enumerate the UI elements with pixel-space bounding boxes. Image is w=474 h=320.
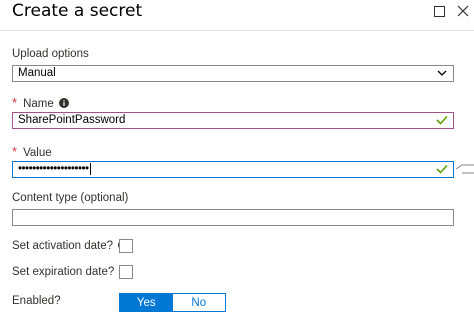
name-label-row: * Name	[12, 95, 69, 110]
expiration-label: Set expiration date?	[12, 266, 115, 278]
activation-label: Set activation date?	[12, 240, 114, 252]
enabled-toggle[interactable]: Yes No	[119, 293, 226, 312]
activation-label-row: Set activation date?	[12, 239, 129, 252]
content-type-input[interactable]	[12, 209, 454, 226]
maximize-icon[interactable]	[434, 6, 445, 17]
upload-options-label: Upload options	[12, 48, 89, 60]
required-marker: *	[12, 144, 18, 159]
checkmark-icon	[436, 164, 448, 174]
value-label: Value	[23, 147, 52, 159]
required-marker: *	[12, 95, 18, 110]
chevron-down-icon	[437, 70, 447, 76]
close-icon[interactable]	[456, 4, 470, 18]
value-password-input[interactable]: ••••••••••••••••••••	[12, 161, 454, 178]
info-icon[interactable]	[58, 97, 69, 108]
content-type-label: Content type (optional)	[12, 192, 129, 204]
expiration-date-checkbox[interactable]	[119, 265, 133, 279]
callout-pointer-icon	[456, 164, 474, 174]
page-title: Create a secret	[12, 1, 143, 21]
header-divider	[0, 30, 474, 31]
text-caret	[89, 163, 91, 175]
name-input[interactable]: SharePointPassword	[12, 112, 454, 129]
enabled-no-option[interactable]: No	[172, 294, 225, 311]
checkmark-icon	[436, 115, 448, 125]
enabled-yes-option[interactable]: Yes	[120, 294, 173, 311]
name-input-value: SharePointPassword	[18, 114, 126, 126]
blade-header: Create a secret	[0, 0, 474, 28]
value-label-row: * Value	[12, 144, 52, 159]
activation-date-checkbox[interactable]	[119, 239, 133, 253]
expiration-label-row: Set expiration date?	[12, 265, 130, 278]
upload-options-dropdown[interactable]: Manual	[12, 65, 454, 82]
value-masked-text: ••••••••••••••••••••	[18, 163, 91, 176]
name-label: Name	[23, 98, 54, 110]
upload-options-value: Manual	[18, 67, 56, 79]
enabled-label: Enabled?	[12, 295, 61, 307]
